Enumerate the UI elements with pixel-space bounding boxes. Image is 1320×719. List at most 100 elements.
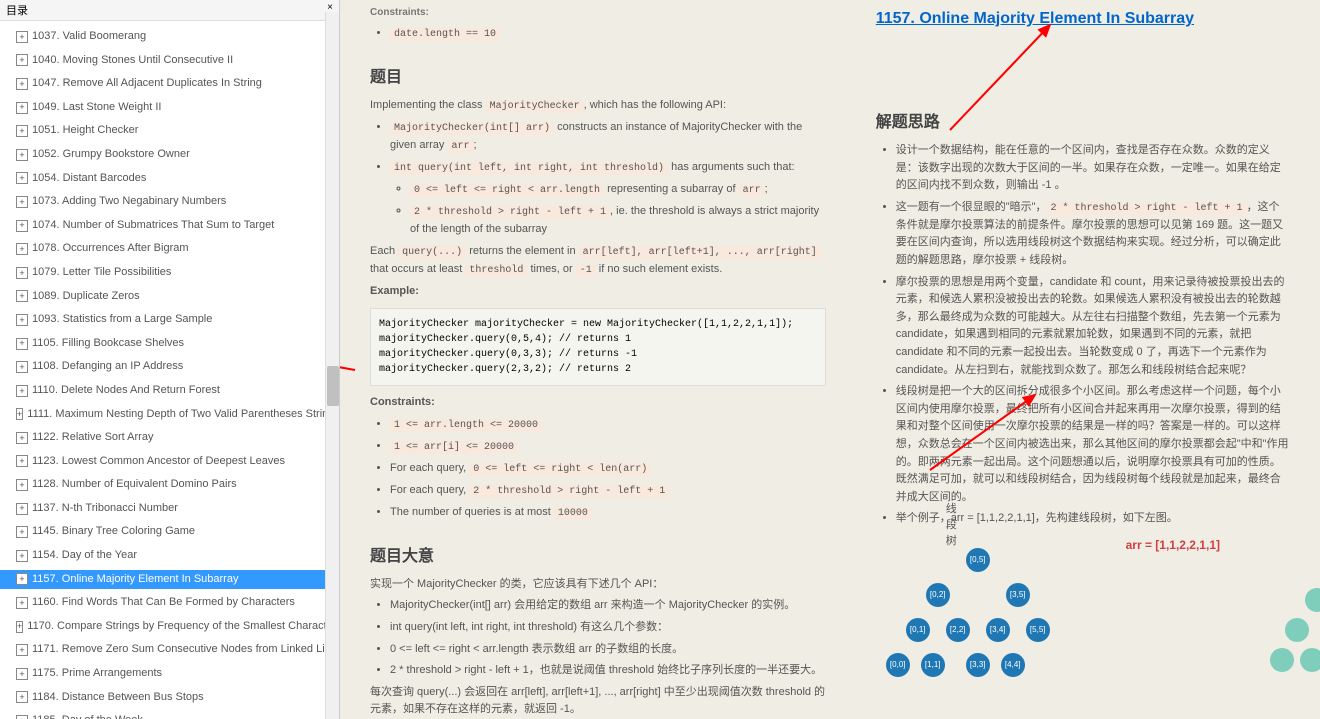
expand-icon[interactable]: + [16, 455, 28, 467]
expand-icon[interactable]: + [16, 573, 28, 585]
sidebar-item[interactable]: +1105. Filling Bookcase Shelves [0, 334, 339, 354]
expand-icon[interactable]: + [16, 361, 28, 373]
content-area: Constraints: date.length == 10 题目 Implem… [340, 0, 1320, 719]
scroll-thumb[interactable] [327, 366, 339, 406]
expand-icon[interactable]: + [16, 550, 28, 562]
sidebar-item[interactable]: +1110. Delete Nodes And Return Forest [0, 381, 339, 401]
sidebar-item-label: 1079. Letter Tile Possibilities [32, 264, 171, 282]
problem-title-link[interactable]: 1157. Online Majority Element In Subarra… [876, 10, 1290, 28]
expand-icon[interactable]: + [16, 31, 28, 43]
sidebar-item[interactable]: +1079. Letter Tile Possibilities [0, 263, 339, 283]
expand-icon[interactable]: + [16, 102, 28, 114]
expand-icon[interactable]: + [16, 243, 28, 255]
expand-icon[interactable]: + [16, 644, 28, 656]
sidebar-item[interactable]: +1128. Number of Equivalent Domino Pairs [0, 475, 339, 495]
tree-node: [0,1] [906, 618, 930, 642]
problem-tree: +1037. Valid Boomerang +1040. Moving Ston… [0, 21, 339, 719]
sidebar-item[interactable]: +1052. Grumpy Bookstore Owner [0, 145, 339, 165]
tree-node [1270, 648, 1294, 672]
sidebar-item[interactable]: +1137. N-th Tribonacci Number [0, 499, 339, 519]
expand-icon[interactable]: + [16, 172, 28, 184]
constraint-3: For each query, 0 <= left <= right < len… [390, 460, 826, 478]
sidebar-item[interactable]: +1051. Height Checker [0, 121, 339, 141]
sidebar-item[interactable]: +1108. Defanging an IP Address [0, 357, 339, 377]
prev-constraints: Constraints: [370, 5, 826, 21]
sidebar-item[interactable]: +1171. Remove Zero Sum Consecutive Nodes… [0, 640, 339, 660]
tree-node: [1,1] [921, 653, 945, 677]
sidebar-item[interactable]: +1157. Online Majority Element In Subarr… [0, 570, 339, 590]
sidebar-item-label: 1110. Delete Nodes And Return Forest [32, 382, 220, 400]
expand-icon[interactable]: + [16, 54, 28, 66]
sidebar-item[interactable]: +1078. Occurrences After Bigram [0, 239, 339, 259]
sidebar-item-label: 1157. Online Majority Element In Subarra… [32, 571, 238, 589]
sidebar-item[interactable]: +1122. Relative Sort Array [0, 428, 339, 448]
example-label: Example: [370, 285, 419, 297]
cn-api-4: 2 * threshold > right - left + 1，也就是说阈值 … [390, 662, 826, 680]
sidebar-item[interactable]: +1160. Find Words That Can Be Formed by … [0, 593, 339, 613]
sidebar-item[interactable]: +1175. Prime Arrangements [0, 664, 339, 684]
diagram-area: arr = [1,1,2,2,1,1] [0,5] [0,2] [3,5] [0… [876, 538, 1290, 718]
sidebar-item[interactable]: +1185. Day of the Week [0, 711, 339, 719]
prev-constraint-item: date.length == 10 [390, 25, 826, 43]
expand-icon[interactable]: + [16, 78, 28, 90]
expand-icon[interactable]: + [16, 668, 28, 680]
expand-icon[interactable]: + [16, 526, 28, 538]
expand-icon[interactable]: + [16, 691, 28, 703]
sidebar-item-label: 1171. Remove Zero Sum Consecutive Nodes … [32, 641, 333, 659]
sidebar-item[interactable]: +1037. Valid Boomerang [0, 27, 339, 47]
expand-icon[interactable]: + [16, 220, 28, 232]
expand-icon[interactable]: + [16, 385, 28, 397]
sidebar-item[interactable]: +1111. Maximum Nesting Depth of Two Vali… [0, 405, 339, 425]
sidebar-item[interactable]: +1093. Statistics from a Large Sample [0, 310, 339, 330]
content-right-column: 1157. Online Majority Element In Subarra… [876, 10, 1290, 709]
sidebar-item[interactable]: +1054. Distant Barcodes [0, 169, 339, 189]
expand-icon[interactable]: + [16, 267, 28, 279]
sidebar-item[interactable]: +1040. Moving Stones Until Consecutive I… [0, 51, 339, 71]
api-subitem-2: 2 * threshold > right - left + 1, ie. th… [410, 203, 826, 239]
expand-icon[interactable]: + [16, 338, 28, 350]
expand-icon[interactable]: + [16, 196, 28, 208]
expand-icon[interactable]: + [16, 432, 28, 444]
sidebar-item-label: 1089. Duplicate Zeros [32, 288, 140, 306]
expand-icon[interactable]: + [16, 290, 28, 302]
tree-node: [0,5] [966, 548, 990, 572]
sidebar-item[interactable]: +1123. Lowest Common Ancestor of Deepest… [0, 452, 339, 472]
sidebar-item[interactable]: +1089. Duplicate Zeros [0, 287, 339, 307]
implementing-text: Implementing the class MajorityChecker, … [370, 97, 826, 115]
sidebar-item-label: 1175. Prime Arrangements [32, 665, 162, 683]
sidebar-item[interactable]: +1145. Binary Tree Coloring Game [0, 522, 339, 542]
sidebar-item[interactable]: +1073. Adding Two Negabinary Numbers [0, 192, 339, 212]
expand-icon[interactable]: + [16, 125, 28, 137]
expand-icon[interactable]: + [16, 408, 23, 420]
sidebar-item[interactable]: +1184. Distance Between Bus Stops [0, 688, 339, 708]
cn-api-1: MajorityChecker(int[] arr) 会用给定的数组 arr 来… [390, 597, 826, 615]
sidebar-item[interactable]: +1074. Number of Submatrices That Sum to… [0, 216, 339, 236]
sidebar-item[interactable]: +1049. Last Stone Weight II [0, 98, 339, 118]
cn-query: 每次查询 query(...) 会返回在 arr[left], arr[left… [370, 684, 826, 719]
sidebar-item-label: 1123. Lowest Common Ancestor of Deepest … [32, 453, 285, 471]
scrollbar-vertical[interactable] [325, 12, 339, 719]
expand-icon[interactable]: + [16, 479, 28, 491]
heading-problem: 题目 [370, 63, 826, 87]
solution-p3: 摩尔投票的思想是用两个变量，candidate 和 count，用来记录待被投票… [896, 274, 1290, 380]
sidebar-item-label: 1037. Valid Boomerang [32, 28, 146, 46]
expand-icon[interactable]: + [16, 314, 28, 326]
sidebar-item[interactable]: +1154. Day of the Year [0, 546, 339, 566]
sidebar-item[interactable]: +1047. Remove All Adjacent Duplicates In… [0, 74, 339, 94]
expand-icon[interactable]: + [16, 597, 28, 609]
sidebar-item[interactable]: +1170. Compare Strings by Frequency of t… [0, 617, 339, 637]
expand-icon[interactable]: + [16, 503, 28, 515]
tree-node [1285, 618, 1309, 642]
tree-node [1300, 648, 1320, 672]
sidebar-item-label: 1154. Day of the Year [32, 547, 137, 565]
arrow-icon [340, 345, 360, 375]
sidebar-item-label: 1160. Find Words That Can Be Formed by C… [32, 594, 295, 612]
api-subitem-1: 0 <= left <= right < arr.length represen… [410, 181, 826, 199]
expand-icon[interactable]: + [16, 621, 23, 633]
expand-icon[interactable]: + [16, 715, 28, 719]
sidebar-item-label: 1184. Distance Between Bus Stops [32, 689, 204, 707]
expand-icon[interactable]: + [16, 149, 28, 161]
sidebar-item-label: 1170. Compare Strings by Frequency of th… [27, 618, 336, 636]
sidebar-item-label: 1122. Relative Sort Array [32, 429, 153, 447]
heading-meaning: 题目大意 [370, 542, 826, 566]
